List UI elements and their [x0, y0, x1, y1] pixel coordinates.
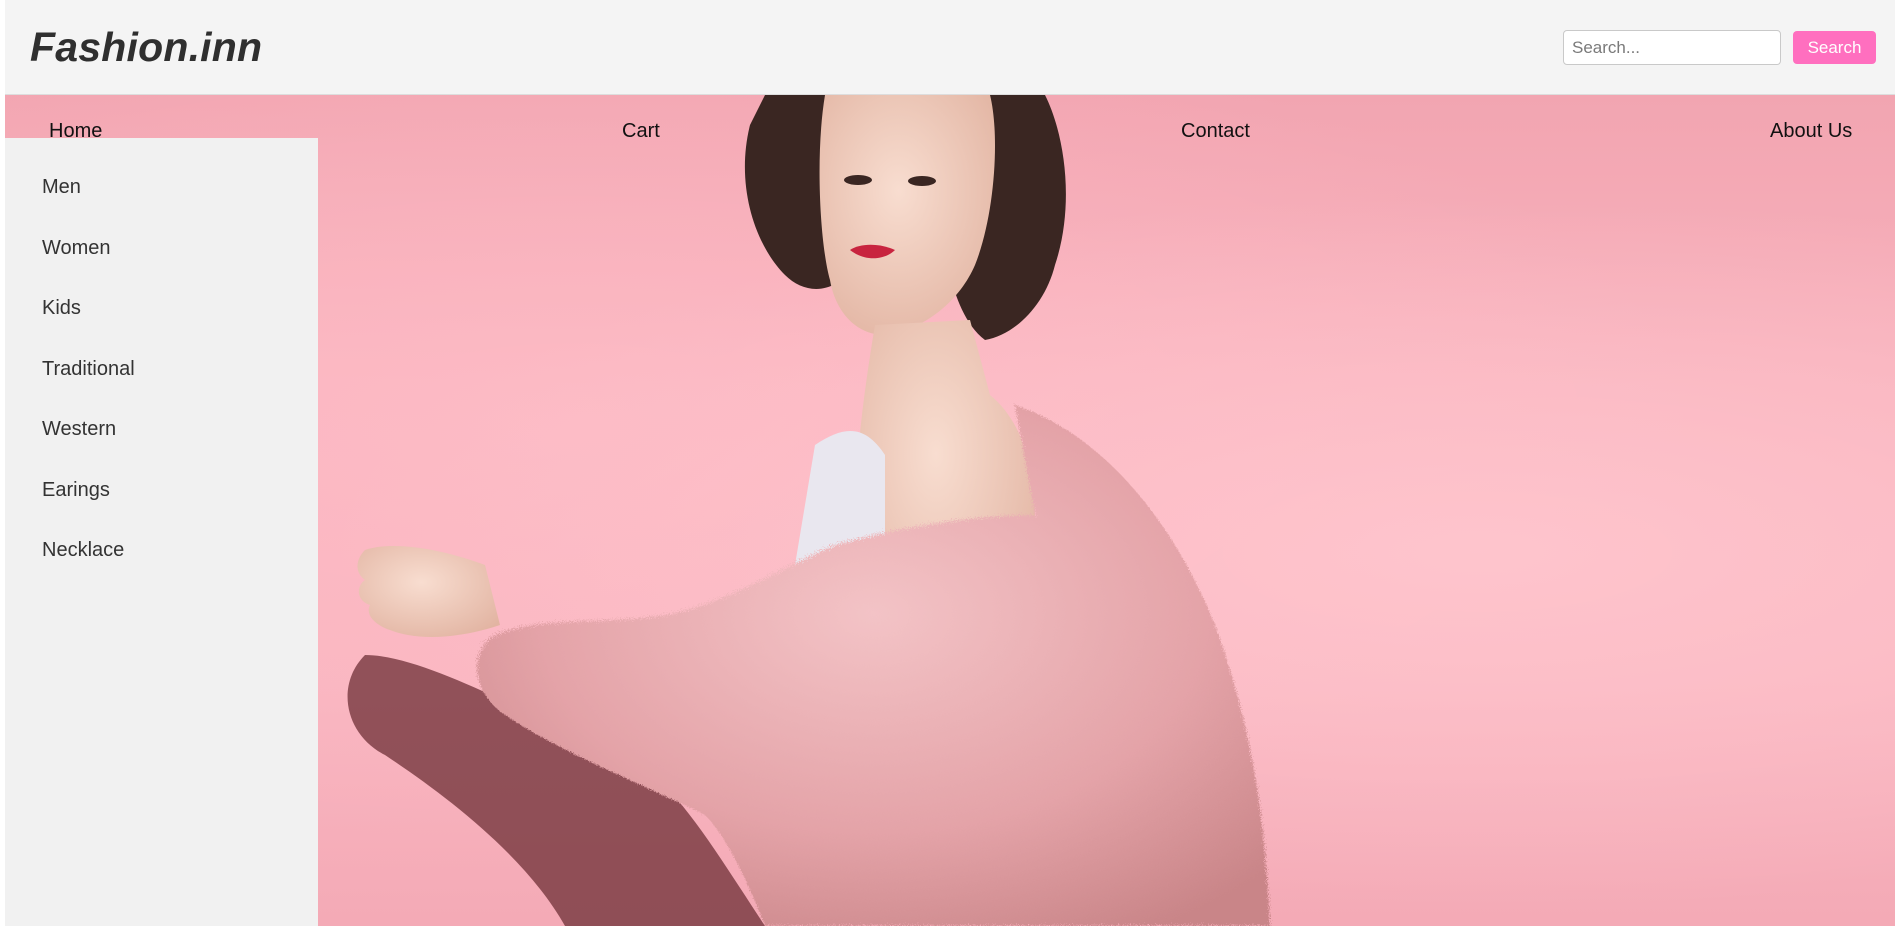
- category-sidebar: Men Women Kids Traditional Western Earin…: [5, 138, 318, 926]
- sidebar-item-men[interactable]: Men: [42, 175, 81, 199]
- sidebar-item-necklace[interactable]: Necklace: [42, 538, 124, 562]
- sidebar-item-women[interactable]: Women: [42, 236, 111, 260]
- site-logo[interactable]: Fashion.inn: [30, 22, 262, 72]
- page: Fashion.inn Search... Search Home Cart C…: [0, 0, 1895, 926]
- sidebar-item-traditional[interactable]: Traditional: [42, 357, 135, 381]
- nav-contact[interactable]: Contact: [1181, 119, 1250, 143]
- site-header: Fashion.inn Search: [5, 0, 1895, 95]
- sidebar-item-kids[interactable]: Kids: [42, 296, 81, 320]
- nav-cart[interactable]: Cart: [622, 119, 660, 143]
- sidebar-item-earings[interactable]: Earings: [42, 478, 110, 502]
- search-input[interactable]: [1563, 30, 1781, 65]
- sidebar-item-western[interactable]: Western: [42, 417, 116, 441]
- nav-about-us[interactable]: About Us: [1770, 119, 1852, 143]
- search-button[interactable]: Search: [1793, 31, 1876, 64]
